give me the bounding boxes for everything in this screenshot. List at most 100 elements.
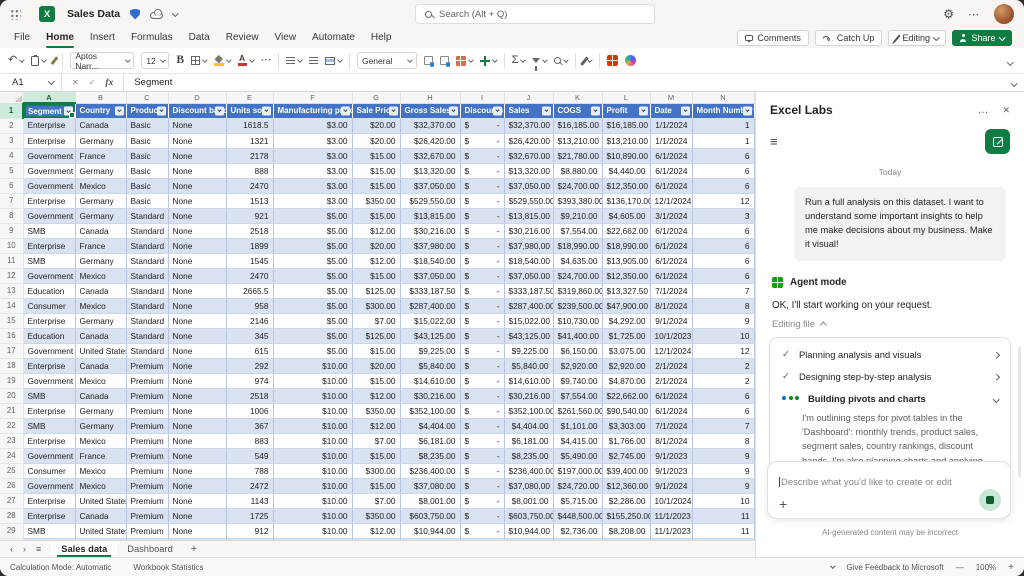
- decrease-decimal-icon[interactable]: [439, 56, 451, 67]
- cell[interactable]: 888: [226, 163, 274, 179]
- cell[interactable]: $32,370.00: [504, 118, 554, 134]
- filter-dropdown-icon[interactable]: [388, 106, 398, 116]
- row-header[interactable]: 12: [0, 268, 24, 284]
- cell[interactable]: None: [168, 358, 227, 374]
- cell[interactable]: $ -: [460, 463, 505, 479]
- cell[interactable]: $352,100.00: [400, 403, 461, 419]
- cell[interactable]: Mexico: [75, 178, 127, 194]
- cell[interactable]: $2,286.00: [602, 493, 651, 509]
- search-input[interactable]: Search (Alt + Q): [415, 4, 655, 24]
- cell[interactable]: 1545: [226, 253, 274, 269]
- cell[interactable]: Premium: [126, 523, 169, 539]
- share-button[interactable]: Share: [952, 30, 1012, 46]
- cell[interactable]: $ -: [460, 118, 505, 134]
- column-header-I[interactable]: I: [460, 92, 505, 104]
- cell[interactable]: Germany: [75, 208, 127, 224]
- cell[interactable]: 2472: [226, 478, 274, 494]
- cell[interactable]: $15.00: [352, 208, 401, 224]
- cell[interactable]: Enterprise: [23, 358, 76, 374]
- cell[interactable]: 3: [692, 208, 755, 224]
- cell[interactable]: $448,500.00: [553, 508, 603, 524]
- cell[interactable]: None: [168, 328, 227, 344]
- cell[interactable]: Enterprise: [23, 118, 76, 134]
- cell[interactable]: $18,990.00: [602, 238, 651, 254]
- cell[interactable]: $13,327.50: [602, 283, 651, 299]
- merge-center-icon[interactable]: [325, 56, 343, 65]
- cell[interactable]: France: [75, 238, 127, 254]
- menu-formulas[interactable]: Formulas: [123, 28, 181, 48]
- cell[interactable]: 3/1/2024: [650, 208, 693, 224]
- cell[interactable]: None: [168, 523, 227, 539]
- cell[interactable]: Mexico: [75, 298, 127, 314]
- cell[interactable]: 10/1/2024: [650, 493, 693, 509]
- cell[interactable]: Enterprise: [23, 193, 76, 209]
- name-box[interactable]: A1: [0, 74, 62, 91]
- cell[interactable]: 1321: [226, 133, 274, 149]
- cell[interactable]: $37,080.00: [504, 478, 554, 494]
- cell[interactable]: $1,101.00: [553, 418, 603, 434]
- conditional-formatting-icon[interactable]: [455, 55, 474, 66]
- row-header[interactable]: 8: [0, 208, 24, 224]
- find-icon[interactable]: [553, 56, 569, 64]
- cell[interactable]: 1/1/2024: [650, 133, 693, 149]
- cell[interactable]: Government: [23, 178, 76, 194]
- cell[interactable]: Germany: [75, 193, 127, 209]
- cell[interactable]: 958: [226, 298, 274, 314]
- cell[interactable]: $10.00: [273, 373, 353, 389]
- cell[interactable]: 7: [692, 283, 755, 299]
- cell[interactable]: $4,605.00: [602, 208, 651, 224]
- cell[interactable]: United States: [75, 523, 127, 539]
- cell[interactable]: Standard: [126, 328, 169, 344]
- cell[interactable]: $ -: [460, 208, 505, 224]
- font-color-icon[interactable]: [238, 55, 255, 66]
- cell[interactable]: $3.00: [273, 133, 353, 149]
- font-size-select[interactable]: 12: [141, 52, 170, 69]
- cell[interactable]: 921: [226, 208, 274, 224]
- cell[interactable]: 6: [692, 253, 755, 269]
- cell[interactable]: 11/1/2023: [650, 508, 693, 524]
- cell[interactable]: $1,766.00: [602, 433, 651, 449]
- cell[interactable]: None: [168, 493, 227, 509]
- cell[interactable]: $24,700.00: [553, 178, 603, 194]
- cell[interactable]: 8/1/2024: [650, 298, 693, 314]
- row-header[interactable]: 17: [0, 343, 24, 359]
- cell[interactable]: Government: [23, 208, 76, 224]
- cell[interactable]: $ -: [460, 433, 505, 449]
- table-header-cell[interactable]: COGS: [553, 103, 603, 118]
- row-header[interactable]: 4: [0, 148, 24, 164]
- cell[interactable]: $10.00: [273, 478, 353, 494]
- cell[interactable]: $4,415.00: [553, 433, 603, 449]
- cell[interactable]: $ -: [460, 523, 505, 539]
- app-launcher-icon[interactable]: [10, 8, 21, 20]
- cell[interactable]: $125.00: [352, 283, 401, 299]
- filter-dropdown-icon[interactable]: [638, 106, 648, 116]
- cell[interactable]: 10: [692, 493, 755, 509]
- borders-icon[interactable]: [190, 56, 208, 65]
- cell[interactable]: $15.00: [352, 448, 401, 464]
- cell[interactable]: Basic: [126, 163, 169, 179]
- menu-insert[interactable]: Insert: [82, 28, 123, 48]
- cell[interactable]: None: [168, 253, 227, 269]
- filter-dropdown-icon[interactable]: [156, 106, 166, 116]
- cell[interactable]: $8,880.00: [553, 163, 603, 179]
- settings-gear-icon[interactable]: ⚙: [943, 8, 954, 20]
- cell[interactable]: $333,187.50: [400, 283, 461, 299]
- cell[interactable]: Government: [23, 373, 76, 389]
- cancel-icon[interactable]: ✕: [72, 78, 79, 87]
- cell[interactable]: Enterprise: [23, 238, 76, 254]
- excel-labs-icon[interactable]: [607, 55, 619, 66]
- cell[interactable]: None: [168, 373, 227, 389]
- cell[interactable]: $350.00: [352, 403, 401, 419]
- cell[interactable]: $ -: [460, 508, 505, 524]
- font-name-select[interactable]: Aptos Narr...: [70, 51, 135, 71]
- cell[interactable]: $43,125.00: [400, 328, 461, 344]
- cell[interactable]: 292: [226, 358, 274, 374]
- cell[interactable]: Standard: [126, 223, 169, 239]
- cell[interactable]: 11: [692, 523, 755, 539]
- cell[interactable]: Standard: [126, 313, 169, 329]
- cell[interactable]: $10.00: [273, 523, 353, 539]
- cell[interactable]: $10,730.00: [553, 313, 603, 329]
- cell[interactable]: $30,216.00: [504, 388, 554, 404]
- cell[interactable]: None: [168, 268, 227, 284]
- cell[interactable]: 10/1/2023: [650, 328, 693, 344]
